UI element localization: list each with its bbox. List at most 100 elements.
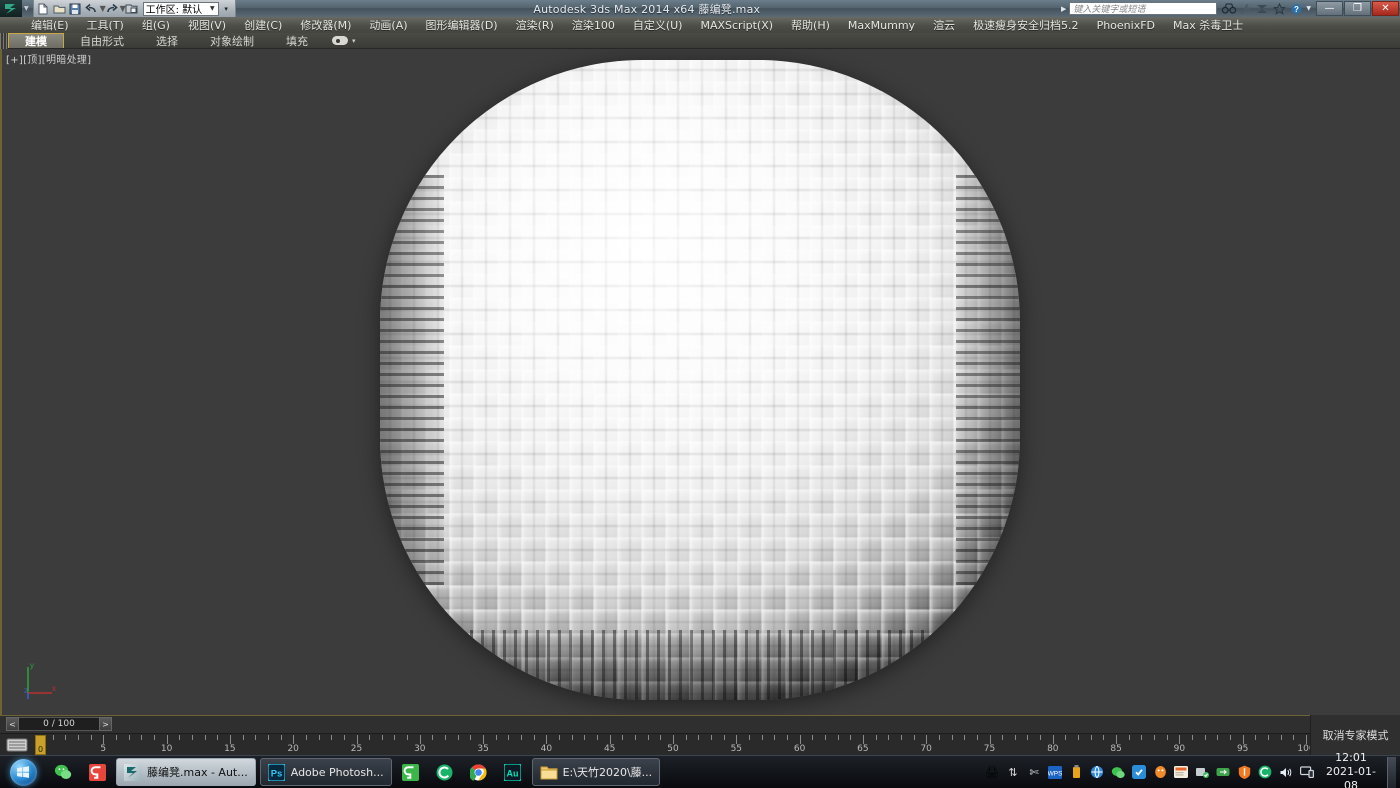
ribbon-chevron-down-icon[interactable]: ▾ <box>352 37 356 45</box>
taskbar-item-wps2[interactable] <box>396 758 426 786</box>
ruler-tick <box>458 735 459 740</box>
current-frame-display[interactable]: 0 / 100 <box>6 717 112 731</box>
security-icon[interactable] <box>1131 764 1147 780</box>
wrench-icon[interactable] <box>1238 2 1253 16</box>
ruler-tick <box>53 735 54 740</box>
ribbon-grip-handle[interactable] <box>0 33 8 49</box>
display-icon[interactable] <box>1299 764 1315 780</box>
menu-item[interactable]: 工具(T) <box>78 17 133 33</box>
time-cursor[interactable]: 0 <box>35 735 46 755</box>
open-file-icon[interactable] <box>52 2 67 16</box>
sync-icon[interactable]: ⇅ <box>1005 764 1021 780</box>
search-input[interactable]: 键入关键字或短语 <box>1069 2 1217 15</box>
ribbon-tab[interactable]: 自由形式 <box>64 33 140 48</box>
browser-tray-icon[interactable] <box>1257 764 1273 780</box>
ruler-tick-label: 40 <box>541 744 552 754</box>
menu-item[interactable]: 渲染(R) <box>507 17 563 33</box>
star-icon[interactable] <box>1272 2 1287 16</box>
screenshot-icon[interactable]: ✄ <box>1026 764 1042 780</box>
taskbar-item-max[interactable]: 藤编凳.max - Aut... <box>116 758 256 786</box>
menu-item[interactable]: 极速瘦身安全归档5.2 <box>964 17 1088 33</box>
ruler-tick <box>800 735 801 744</box>
ribbon-tab[interactable]: 选择 <box>140 33 194 48</box>
ribbon-display-toggle-icon[interactable] <box>332 36 348 45</box>
ruler-tick-label: 55 <box>731 744 742 754</box>
subscription-icon[interactable] <box>1255 2 1270 16</box>
ruler-tick <box>1243 735 1244 744</box>
menu-item[interactable]: 图形编辑器(D) <box>417 17 507 33</box>
menu-item[interactable]: 渲染100 <box>563 17 624 33</box>
driver-icon[interactable] <box>1194 764 1210 780</box>
undo-dropdown-caret[interactable]: ▼ <box>100 4 103 13</box>
qq-icon[interactable] <box>1152 764 1168 780</box>
taskbar-item-audition[interactable]: Au <box>498 758 528 786</box>
next-frame-button[interactable]: > <box>99 717 112 731</box>
expert-mode-button[interactable]: 取消专家模式 <box>1310 715 1400 755</box>
undo-icon[interactable] <box>84 2 99 16</box>
viewport-top[interactable]: [+][顶][明暗处理] y x z <box>0 49 1400 715</box>
ruler-tick <box>964 735 965 740</box>
ruler-tick <box>952 735 953 740</box>
workspace-label: 工作区: 默认 <box>146 1 203 16</box>
new-file-icon[interactable] <box>36 2 51 16</box>
clock[interactable]: 12:01 2021-01-08 <box>1320 751 1382 788</box>
viewport-label[interactable]: [+][顶][明暗处理] <box>6 51 91 66</box>
taskbar-item-photoshop[interactable]: PsAdobe Photosh... <box>260 758 392 786</box>
menu-item[interactable]: 动画(A) <box>360 17 416 33</box>
binoculars-icon[interactable] <box>1221 2 1236 16</box>
menu-item[interactable]: 帮助(H) <box>782 17 839 33</box>
menu-item[interactable]: 编辑(E) <box>22 17 78 33</box>
menu-item[interactable]: 渲云 <box>924 17 964 33</box>
logo-dropdown-caret[interactable]: ▼ <box>22 5 31 12</box>
ribbon-tab[interactable]: 建模 <box>8 33 64 48</box>
menu-item[interactable]: 修改器(M) <box>291 17 360 33</box>
open-mini-curve-editor-icon[interactable] <box>4 736 30 754</box>
minimize-button[interactable]: — <box>1316 1 1343 16</box>
project-folder-icon[interactable] <box>124 2 139 16</box>
wps-tray-icon[interactable]: WPS <box>1047 764 1063 780</box>
start-button[interactable] <box>0 757 46 788</box>
guard-icon[interactable] <box>1236 764 1252 780</box>
maximize-button[interactable]: ❐ <box>1344 1 1371 16</box>
wechat-tray-icon[interactable] <box>1110 764 1126 780</box>
menu-item[interactable]: MAXScript(X) <box>691 17 782 33</box>
update-icon[interactable] <box>1215 764 1231 780</box>
network-icon[interactable] <box>1089 764 1105 780</box>
printer-icon[interactable]: 🖨 <box>984 764 1000 780</box>
ribbon-tab[interactable]: 对象绘制 <box>194 33 270 48</box>
help-icon[interactable]: ? <box>1289 2 1304 16</box>
menu-item[interactable]: 自定义(U) <box>624 17 692 33</box>
usb-icon[interactable] <box>1068 764 1084 780</box>
menu-item[interactable]: 视图(V) <box>179 17 235 33</box>
close-button[interactable]: ✕ <box>1372 1 1399 16</box>
infocenter-expand-icon[interactable]: ▶ <box>1058 5 1069 13</box>
app-logo-icon[interactable] <box>0 0 22 17</box>
show-desktop-button[interactable] <box>1387 757 1396 788</box>
taskbar-item-wps[interactable] <box>82 758 112 786</box>
taskbar-item-explorer[interactable]: E:\天竹2020\藤... <box>532 758 661 786</box>
taskbar-item-browser[interactable] <box>430 758 460 786</box>
3dsmax-icon <box>124 763 142 781</box>
redo-dropdown-caret[interactable]: ▼ <box>120 4 123 13</box>
workspace-more-icon[interactable]: ▾ <box>220 2 233 16</box>
menu-item[interactable]: 创建(C) <box>235 17 291 33</box>
menu-item[interactable]: MaxMummy <box>839 17 924 33</box>
ribbon-tab[interactable]: 填充 <box>270 33 324 48</box>
menu-item[interactable]: Max 杀毒卫士 <box>1164 17 1252 33</box>
save-file-icon[interactable] <box>68 2 83 16</box>
chevron-down-icon[interactable]: ▼ <box>210 5 215 12</box>
mail-icon[interactable] <box>1173 764 1189 780</box>
taskbar-item-wechat[interactable] <box>48 758 78 786</box>
workspace-combo[interactable]: 工作区: 默认 ▼ <box>143 2 219 16</box>
menu-item[interactable]: PhoenixFD <box>1088 17 1164 33</box>
volume-icon[interactable] <box>1278 764 1294 780</box>
prev-frame-button[interactable]: < <box>6 717 19 731</box>
ruler-tick <box>584 735 585 740</box>
menu-item[interactable]: 组(G) <box>133 17 179 33</box>
stool-model[interactable] <box>380 60 1020 700</box>
taskbar-item-chrome[interactable] <box>464 758 494 786</box>
redo-icon[interactable] <box>104 2 119 16</box>
ruler-tick <box>876 735 877 740</box>
help-dropdown-caret[interactable]: ▼ <box>1306 5 1311 12</box>
ruler-tick <box>660 735 661 740</box>
